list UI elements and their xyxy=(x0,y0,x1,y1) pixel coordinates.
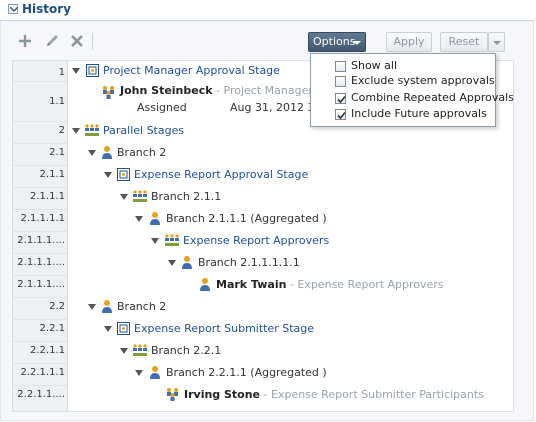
expand-toggle[interactable] xyxy=(104,172,112,178)
edit-pencil-icon[interactable] xyxy=(43,32,61,50)
row-number: 2.2.1.1.1 xyxy=(20,367,65,378)
parallel-group-icon xyxy=(84,124,100,140)
tree-node-label[interactable]: Branch 2 xyxy=(117,300,166,313)
reset-button[interactable]: Reset xyxy=(440,32,488,52)
tree-node-label[interactable]: Branch 2.1.1.1.1.1 xyxy=(198,256,300,269)
row-number: 2.1.1 xyxy=(39,169,65,180)
row-number: 1 xyxy=(58,67,65,78)
options-button[interactable]: Options xyxy=(308,32,366,52)
include-future-approvals-checkbox[interactable] xyxy=(335,109,346,120)
tree-node-label[interactable]: Expense Report Approvers xyxy=(183,234,329,247)
stage-icon xyxy=(117,322,130,338)
stage-icon xyxy=(86,64,99,80)
tree-node-label[interactable]: Branch 2.1.1.1 (Aggregated ) xyxy=(166,212,327,225)
row-number: 2.2.1.1.... xyxy=(17,389,65,400)
expand-toggle[interactable] xyxy=(120,348,128,354)
checkmark-icon xyxy=(337,111,346,120)
row-number: 2.2.1.1 xyxy=(30,345,65,356)
stage-icon xyxy=(117,168,130,184)
history-panel-header: History xyxy=(0,0,534,21)
row-number: 2 xyxy=(58,125,65,136)
user-icon xyxy=(149,365,161,382)
expand-toggle[interactable] xyxy=(72,68,80,74)
tree-node-label[interactable]: Branch 2 xyxy=(117,146,166,159)
combine-repeated-approvals-checkbox[interactable] xyxy=(335,93,346,104)
expand-toggle[interactable] xyxy=(88,150,96,156)
exclude-system-approvals-checkbox[interactable] xyxy=(335,76,346,87)
row-number: 1.1 xyxy=(49,96,65,107)
expand-toggle[interactable] xyxy=(104,326,112,332)
tree-node-label[interactable]: Project Manager Approval Stage xyxy=(103,64,280,77)
parallel-group-icon xyxy=(132,190,148,206)
toolbar-separator xyxy=(92,33,93,50)
user-icon xyxy=(101,299,113,316)
user-icon xyxy=(199,277,211,294)
panel-title: History xyxy=(22,2,72,16)
row-number: 2.1.1.1.... xyxy=(17,257,65,268)
menu-item-label[interactable]: Show all xyxy=(351,59,397,72)
row-number: 2.1.1.1.... xyxy=(17,235,65,246)
user-icon xyxy=(101,145,113,162)
tree-node-label[interactable]: Expense Report Submitter Stage xyxy=(134,322,314,335)
checkmark-icon xyxy=(337,95,346,104)
user-icon xyxy=(181,255,193,272)
participant-role: - Expense Report Submitter Participants xyxy=(263,388,484,401)
menu-item-label[interactable]: Include Future approvals xyxy=(351,107,487,120)
menu-item-label[interactable]: Exclude system approvals xyxy=(351,74,495,87)
expand-toggle[interactable] xyxy=(72,128,80,134)
dropdown-caret-icon xyxy=(353,41,361,45)
row-number: 2.1.1.1.... xyxy=(17,279,65,290)
expand-toggle[interactable] xyxy=(151,238,159,244)
group-icon xyxy=(101,85,117,102)
expand-toggle[interactable] xyxy=(168,260,176,266)
tree-node-label[interactable]: Branch 2.1.1 xyxy=(151,190,221,203)
chevron-down-icon xyxy=(10,7,18,12)
parallel-group-icon xyxy=(164,234,180,250)
options-dropdown-menu: Show all Exclude system approvals Combin… xyxy=(310,53,514,127)
delete-icon[interactable] xyxy=(68,32,86,50)
row-number: 2.1.1.1.1 xyxy=(20,213,65,224)
tree-node-participant[interactable]: Mark Twain - Expense Report Approvers xyxy=(216,278,444,291)
options-button-label: Options xyxy=(313,35,356,48)
apply-button[interactable]: Apply xyxy=(386,32,432,52)
expand-toggle[interactable] xyxy=(120,194,128,200)
tree-node-label[interactable]: Parallel Stages xyxy=(103,124,184,137)
task-status: Assigned xyxy=(137,101,187,114)
participant-name: Irving Stone xyxy=(184,388,261,401)
expand-toggle[interactable] xyxy=(135,370,143,376)
tree-node-label[interactable]: Branch 2.2.1.1 (Aggregated ) xyxy=(166,366,327,379)
tree-node-label[interactable]: Expense Report Approval Stage xyxy=(134,168,308,181)
parallel-group-icon xyxy=(132,344,148,360)
collapse-toggle[interactable] xyxy=(8,4,18,14)
dropdown-caret-icon xyxy=(493,41,501,45)
row-number: 2.2.1 xyxy=(39,323,65,334)
task-date: Aug 31, 2012 3: xyxy=(230,101,319,114)
expand-toggle[interactable] xyxy=(135,216,143,222)
tree-node-participant[interactable]: John Steinbeck - Project Manager Ap xyxy=(120,84,331,97)
add-icon[interactable] xyxy=(16,32,34,50)
participant-name: Mark Twain xyxy=(216,278,287,291)
participant-role: - Expense Report Approvers xyxy=(289,278,444,291)
expand-toggle[interactable] xyxy=(88,304,96,310)
show-all-checkbox[interactable] xyxy=(335,61,346,72)
tree-node-participant[interactable]: Irving Stone - Expense Report Submitter … xyxy=(184,388,484,401)
tree-node-label[interactable]: Branch 2.2.1 xyxy=(151,344,221,357)
participant-name: John Steinbeck xyxy=(120,84,213,97)
row-number: 2.1.1.1 xyxy=(30,191,65,202)
group-icon xyxy=(165,387,181,404)
menu-item-label[interactable]: Combine Repeated Approvals xyxy=(351,91,514,104)
row-number-column: 1 1.1 2 2.1 2.1.1 2.1.1.1 2.1.1.1.1 2.1.… xyxy=(13,61,68,411)
reset-menu-button[interactable] xyxy=(488,32,505,52)
row-number: 2.1 xyxy=(49,147,65,158)
user-icon xyxy=(149,211,161,228)
row-number: 2.2 xyxy=(49,301,65,312)
